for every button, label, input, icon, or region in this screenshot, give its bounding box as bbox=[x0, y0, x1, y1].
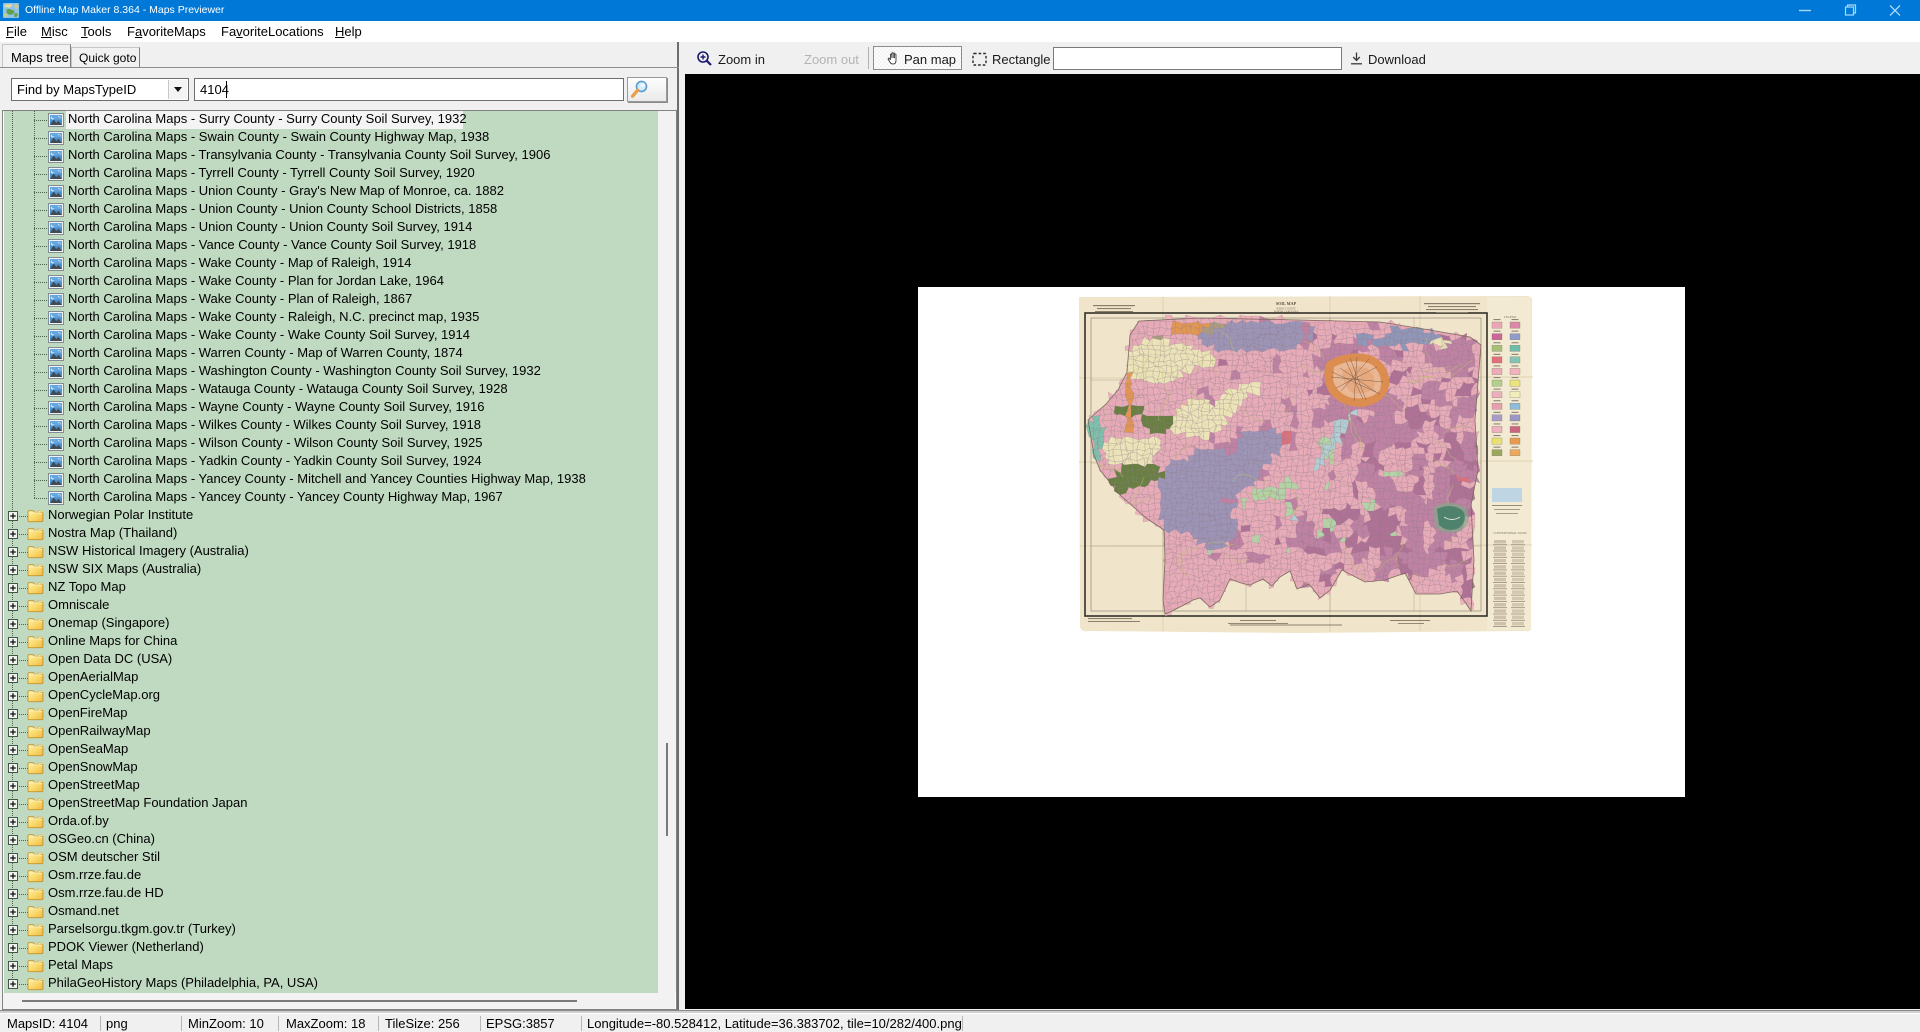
svg-text:SOIL MAP: SOIL MAP bbox=[1276, 301, 1297, 306]
svg-text:CONVENTIONAL SIGNS: CONVENTIONAL SIGNS bbox=[1494, 531, 1527, 535]
svg-text:NORTH CAROLINA: NORTH CAROLINA bbox=[1274, 311, 1299, 314]
svg-text:LEGEND: LEGEND bbox=[1504, 315, 1517, 319]
